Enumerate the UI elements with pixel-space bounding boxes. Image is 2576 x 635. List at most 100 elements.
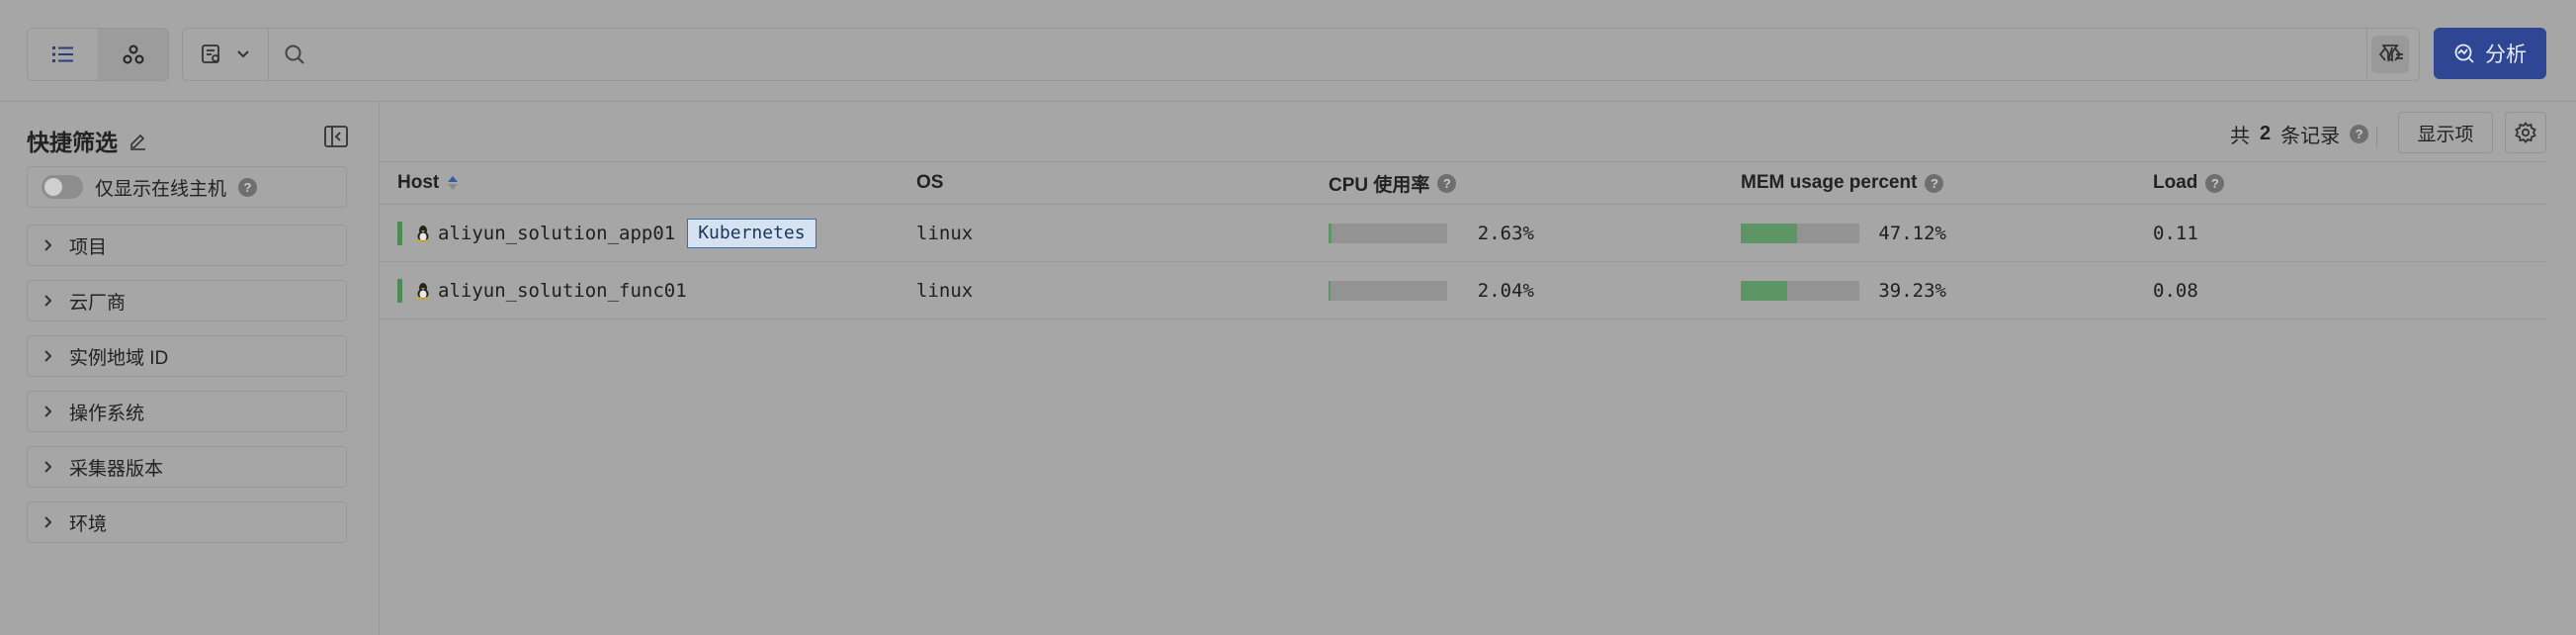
mem-value: 39.23% [1878, 279, 1946, 302]
facet-cloud-provider[interactable]: 云厂商 [27, 280, 347, 321]
nodes-icon [123, 45, 143, 64]
mem-progress-fill [1741, 280, 1788, 301]
filter-button[interactable] [2366, 28, 2419, 79]
header-label: CPU 使用率 [1329, 174, 1430, 196]
facet-label: 操作系统 [69, 403, 145, 424]
data-source-select[interactable] [183, 29, 269, 80]
os-cell: linux [916, 222, 974, 244]
mem-progress-fill [1741, 223, 1797, 243]
cpu-cell: 2.63% [1329, 205, 1534, 261]
cpu-progress-bar [1329, 223, 1447, 243]
display-columns-label: 显示项 [2417, 124, 2474, 145]
host-table: Host OS CPU 使用率 ? MEM usage percent ? Lo… [380, 161, 2546, 319]
search-icon-wrap [269, 44, 320, 65]
chevron-down-icon [237, 50, 249, 58]
kubernetes-tag[interactable]: Kubernetes [687, 218, 816, 248]
mem-progress-bar [1741, 280, 1859, 301]
online-only-switch[interactable] [42, 175, 83, 199]
header-label: MEM usage percent [1741, 172, 1918, 193]
chevron-right-icon [44, 406, 52, 417]
collapse-sidebar-button[interactable] [324, 126, 348, 152]
help-icon[interactable]: ? [2350, 125, 2369, 143]
cpu-progress-bar [1329, 280, 1447, 301]
mem-value: 47.12% [1878, 222, 1946, 244]
column-header-host[interactable]: Host [397, 162, 459, 204]
list-view-button[interactable] [28, 29, 98, 80]
facet-label: 环境 [69, 513, 108, 535]
view-toggle [27, 28, 169, 81]
document-icon [202, 45, 219, 63]
facet-environment[interactable]: 环境 [27, 501, 347, 543]
facet-label: 云厂商 [69, 292, 127, 314]
sidebar-collapse-icon [324, 126, 348, 147]
chevron-right-icon [44, 350, 52, 362]
host-cell: aliyun_solution_app01 Kubernetes [397, 205, 816, 261]
record-suffix: 条记录 [2280, 126, 2341, 147]
facet-label: 采集器版本 [69, 458, 164, 480]
os-cell: linux [916, 279, 974, 302]
help-icon[interactable]: ? [1437, 173, 1457, 193]
online-status-indicator [397, 278, 402, 303]
header-label: Load [2153, 172, 2198, 193]
online-only-label: 仅显示在线主机 [95, 178, 227, 200]
mem-cell: 39.23% [1741, 262, 1946, 318]
mem-cell: 47.12% [1741, 205, 1946, 261]
host-name-link[interactable]: aliyun_solution_app01 [438, 223, 675, 244]
search-input[interactable] [320, 28, 2371, 81]
settings-button[interactable] [2505, 112, 2546, 153]
toolbar: 分析 [0, 0, 2576, 101]
sidebar-title: 快捷筛选 [27, 124, 147, 157]
column-header-cpu[interactable]: CPU 使用率 ? [1329, 162, 1457, 204]
help-icon[interactable]: ? [2205, 173, 2225, 193]
host-name-link[interactable]: aliyun_solution_func01 [438, 280, 687, 302]
facet-label: 项目 [69, 236, 108, 258]
topology-view-button[interactable] [98, 29, 168, 80]
load-cell: 0.11 [2153, 222, 2198, 244]
chevron-right-icon [44, 516, 52, 528]
header-label: OS [916, 172, 944, 193]
cpu-value: 2.63% [1477, 222, 1534, 244]
facet-project[interactable]: 项目 [27, 225, 347, 266]
facet-region-id[interactable]: 实例地域 ID [27, 335, 347, 377]
search-icon [285, 45, 304, 64]
table-row[interactable]: aliyun_solution_app01 Kubernetes linux 2… [380, 205, 2546, 262]
filter-icon [2382, 45, 2403, 62]
record-count: 共 2 条记录 ? [2230, 120, 2369, 148]
load-cell: 0.08 [2153, 279, 2198, 302]
list-icon [51, 46, 73, 62]
header-label: Host [397, 172, 440, 193]
analyze-icon [2454, 44, 2474, 63]
cpu-progress-fill [1329, 223, 1332, 243]
facet-collector-version[interactable]: 采集器版本 [27, 446, 347, 488]
help-icon[interactable]: ? [1925, 173, 1944, 193]
gear-icon [2515, 122, 2536, 143]
linux-icon [417, 225, 429, 242]
online-status-indicator [397, 221, 402, 245]
edit-icon[interactable] [128, 131, 147, 150]
column-header-os[interactable]: OS [916, 162, 943, 204]
sort-icon[interactable] [447, 174, 459, 192]
chevron-right-icon [44, 461, 52, 473]
record-prefix: 共 [2230, 126, 2250, 147]
column-header-mem[interactable]: MEM usage percent ? [1741, 162, 1944, 204]
chevron-right-icon [44, 295, 52, 307]
divider [2376, 126, 2377, 147]
sidebar-title-label: 快捷筛选 [27, 130, 118, 155]
mem-progress-bar [1741, 223, 1859, 243]
display-columns-button[interactable]: 显示项 [2398, 112, 2493, 153]
cpu-cell: 2.04% [1329, 262, 1534, 318]
quick-filter-sidebar: 快捷筛选 仅显示在线主机 ? 项目 云厂商 实例地域 ID 操作系统 采集器版本… [0, 102, 380, 635]
record-count-value: 2 [2260, 123, 2272, 144]
table-header: Host OS CPU 使用率 ? MEM usage percent ? Lo… [380, 161, 2546, 205]
facet-label: 实例地域 ID [69, 347, 169, 369]
help-icon[interactable]: ? [238, 177, 258, 197]
facet-os[interactable]: 操作系统 [27, 391, 347, 432]
cpu-value: 2.04% [1477, 279, 1534, 302]
linux-icon [417, 282, 429, 300]
analyze-label: 分析 [2485, 44, 2527, 66]
column-header-load[interactable]: Load ? [2153, 162, 2225, 204]
chevron-right-icon [44, 239, 52, 251]
cpu-progress-fill [1329, 280, 1331, 301]
analyze-button[interactable]: 分析 [2434, 28, 2546, 79]
table-row[interactable]: aliyun_solution_func01 linux 2.04% 39.23… [380, 262, 2546, 319]
